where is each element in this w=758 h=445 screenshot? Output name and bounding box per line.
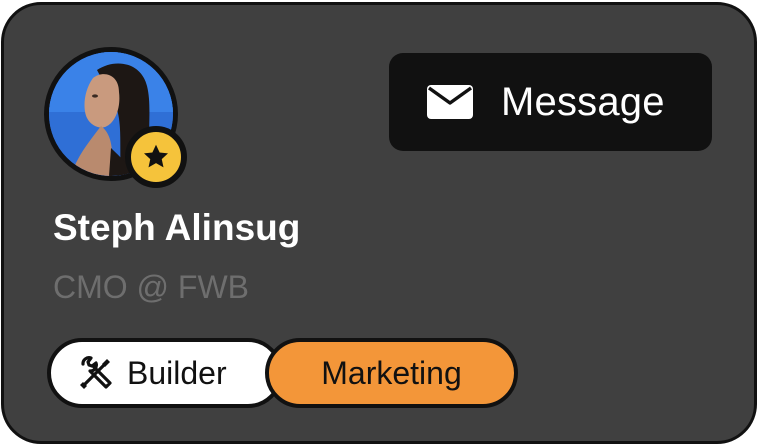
- tag-builder-label: Builder: [127, 354, 227, 391]
- message-button-label: Message: [501, 79, 665, 124]
- tools-icon: [80, 356, 112, 389]
- message-button[interactable]: Message: [389, 53, 712, 151]
- tag-marketing-label: Marketing: [321, 354, 462, 391]
- envelope-icon: [427, 85, 473, 119]
- tag-builder[interactable]: Builder: [47, 338, 283, 408]
- profile-card: Message Steph Alinsug CMO @ FWB Builder …: [1, 2, 757, 444]
- profile-role: CMO @ FWB: [53, 269, 250, 305]
- profile-name: Steph Alinsug: [53, 207, 301, 248]
- star-icon: [144, 144, 168, 168]
- tag-marketing[interactable]: Marketing: [265, 338, 518, 408]
- star-badge: [125, 126, 187, 188]
